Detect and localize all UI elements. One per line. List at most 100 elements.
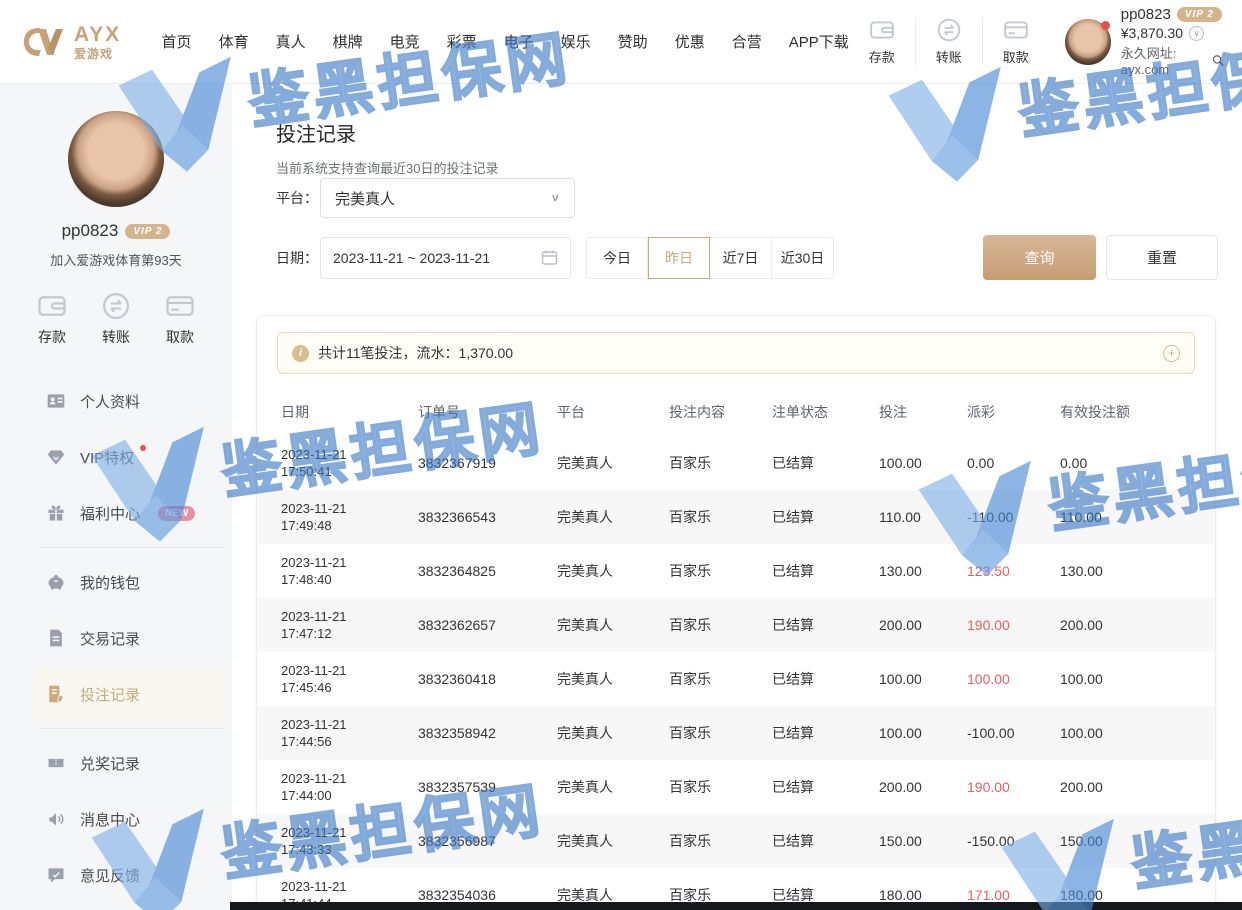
cell-bet: 200.00 <box>879 779 967 795</box>
menu-item-0-1[interactable]: VIP特权 <box>0 429 232 485</box>
menu-item-2-2[interactable]: 意见反馈 <box>0 847 232 903</box>
nav-item-0[interactable]: 首页 <box>162 31 192 52</box>
nav-item-4[interactable]: 电竞 <box>390 31 420 52</box>
platform-row: 平台： 完美真人 ∨ <box>276 178 575 218</box>
sidebar-quick-actions: 存款转账取款 <box>0 291 232 347</box>
cell-order: 3832362657 <box>418 617 557 633</box>
cell-order: 3832360418 <box>418 671 557 687</box>
cell-content: 百家乐 <box>669 831 772 851</box>
date-range-picker[interactable]: 2023-11-21 ~ 2023-11-21 <box>320 237 571 279</box>
cell-bet: 150.00 <box>879 833 967 849</box>
cell-date: 2023-11-2117:45:46 <box>281 662 418 696</box>
nav-item-9[interactable]: 优惠 <box>675 31 705 52</box>
menu-item-1-0[interactable]: 我的钱包 <box>0 554 232 610</box>
cell-platform: 完美真人 <box>557 453 669 473</box>
reset-button[interactable]: 重置 <box>1106 235 1218 280</box>
menu-item-1-1[interactable]: 交易记录 <box>0 610 232 666</box>
new-message-dot <box>140 445 146 451</box>
nav-item-5[interactable]: 彩票 <box>447 31 477 52</box>
cell-date: 2023-11-2117:48:40 <box>281 554 418 588</box>
cell-valid-bet: 100.00 <box>1060 725 1205 741</box>
logo-name: AYX <box>74 24 121 45</box>
menu-item-label: 投注记录 <box>80 684 140 705</box>
nav-item-6[interactable]: 电子 <box>504 31 534 52</box>
header-quick-action-1[interactable]: 转账 <box>915 17 982 66</box>
user-block[interactable]: pp0823 VIP 2 ¥3,870.30 ∨ 永久网址: ayx.com <box>1065 6 1224 77</box>
sidebar-quick-action-0[interactable]: 存款 <box>37 291 67 347</box>
nav-item-1[interactable]: 体育 <box>219 31 249 52</box>
cell-order: 3832356987 <box>418 833 557 849</box>
nav-item-11[interactable]: APP下载 <box>789 31 849 52</box>
menu-item-2-0[interactable]: 兑奖记录 <box>0 735 232 791</box>
sidebar-quick-action-2[interactable]: 取款 <box>165 291 195 347</box>
cell-order: 3832367919 <box>418 455 557 471</box>
cell-payout: 123.50 <box>967 563 1060 579</box>
sidebar-quick-action-1[interactable]: 转账 <box>101 291 131 347</box>
search-icon[interactable] <box>1212 53 1224 68</box>
balance-refresh-icon[interactable]: ∨ <box>1189 26 1204 41</box>
expand-plus-icon[interactable]: + <box>1163 345 1180 362</box>
header-quick-action-2[interactable]: 取款 <box>982 17 1049 66</box>
records-card: i 共计11笔投注，流水：1,370.00 + 日期订单号平台投注内容注单状态投… <box>256 315 1216 910</box>
nav-item-2[interactable]: 真人 <box>276 31 306 52</box>
main-nav: 首页 体育 真人 棋牌 电竞 彩票 电子 娱乐 赞助 优惠 合营 APP下载 <box>162 31 849 52</box>
cell-valid-bet: 100.00 <box>1060 671 1205 687</box>
table-row: 2023-11-2117:44:003832357539完美真人百家乐已结算20… <box>257 760 1215 814</box>
card-icon <box>165 291 195 321</box>
cell-status: 已结算 <box>772 615 879 635</box>
cell-bet: 180.00 <box>879 887 967 903</box>
cell-status: 已结算 <box>772 777 879 797</box>
cell-platform: 完美真人 <box>557 507 669 527</box>
menu-item-label: 交易记录 <box>80 628 140 649</box>
query-button[interactable]: 查询 <box>983 235 1096 280</box>
table-row: 2023-11-2117:50:413832367919完美真人百家乐已结算10… <box>257 436 1215 490</box>
cell-bet: 100.00 <box>879 455 967 471</box>
table-row: 2023-11-2117:48:403832364825完美真人百家乐已结算13… <box>257 544 1215 598</box>
platform-select[interactable]: 完美真人 ∨ <box>320 178 575 218</box>
cell-content: 百家乐 <box>669 453 772 473</box>
menu-item-label: 意见反馈 <box>80 865 140 886</box>
calendar-icon <box>541 249 558 266</box>
vip-diamond-icon <box>46 447 66 467</box>
menu-item-1-2[interactable]: 投注记录 <box>34 666 226 722</box>
megaphone-icon <box>46 809 66 829</box>
nav-item-3[interactable]: 棋牌 <box>333 31 363 52</box>
cell-valid-bet: 200.00 <box>1060 617 1205 633</box>
profile-avatar[interactable] <box>68 111 164 207</box>
quick-date-2[interactable]: 近7日 <box>710 237 772 279</box>
cell-date: 2023-11-2117:50:41 <box>281 446 418 480</box>
menu-item-2-1[interactable]: 消息中心 <box>0 791 232 847</box>
ayx-logo[interactable]: AYX 爱游戏 <box>20 24 152 60</box>
menu-item-label: 我的钱包 <box>80 572 140 593</box>
cell-content: 百家乐 <box>669 615 772 635</box>
header-quick-action-0[interactable]: 存款 <box>849 17 915 66</box>
column-header-3: 投注内容 <box>669 402 772 422</box>
cell-payout: 0.00 <box>967 455 1060 471</box>
transfer-icon <box>101 291 131 321</box>
quick-date-group: 今日昨日近7日近30日 <box>586 237 834 279</box>
table-row: 2023-11-2117:43:333832356987完美真人百家乐已结算15… <box>257 814 1215 868</box>
wallet-icon <box>37 291 67 321</box>
cell-content: 百家乐 <box>669 507 772 527</box>
quick-date-1[interactable]: 昨日 <box>648 237 710 279</box>
quick-action-label: 转账 <box>936 47 962 66</box>
balance-amount: ¥3,870.30 <box>1121 25 1183 41</box>
permanent-url: 永久网址: ayx.com <box>1121 43 1209 77</box>
quick-date-0[interactable]: 今日 <box>586 237 648 279</box>
cell-bet: 100.00 <box>879 671 967 687</box>
summary-bar: i 共计11笔投注，流水：1,370.00 + <box>277 332 1195 374</box>
nav-item-8[interactable]: 赞助 <box>618 31 648 52</box>
nav-item-10[interactable]: 合营 <box>732 31 762 52</box>
nav-item-7[interactable]: 娱乐 <box>561 31 591 52</box>
table-row: 2023-11-2117:49:483832366543完美真人百家乐已结算11… <box>257 490 1215 544</box>
info-icon: i <box>292 345 309 362</box>
cell-platform: 完美真人 <box>557 669 669 689</box>
wallet-icon <box>869 17 895 43</box>
cell-valid-bet: 180.00 <box>1060 887 1205 903</box>
quick-date-3[interactable]: 近30日 <box>772 237 834 279</box>
menu-item-label: VIP特权 <box>80 447 134 468</box>
cell-date: 2023-11-2117:44:00 <box>281 770 418 804</box>
menu-item-0-2[interactable]: 福利中心NEW <box>0 485 232 541</box>
menu-item-0-0[interactable]: 个人资料 <box>0 373 232 429</box>
id-card-icon <box>46 391 66 411</box>
